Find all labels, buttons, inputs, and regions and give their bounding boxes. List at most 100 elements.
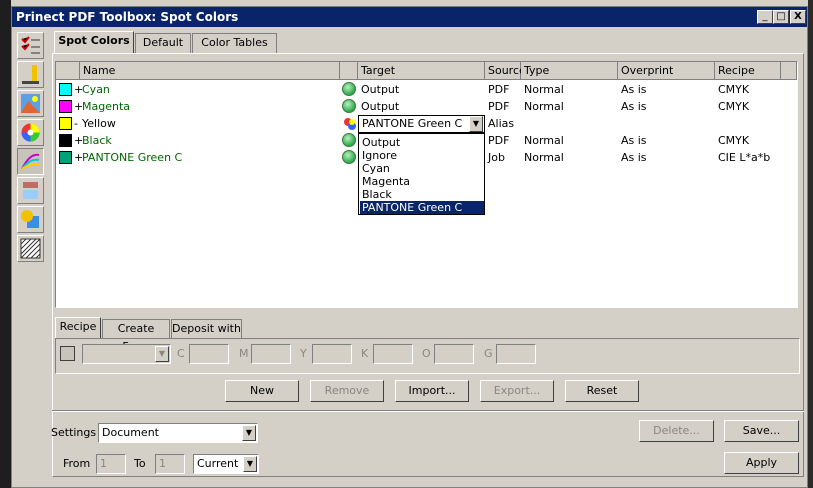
chevron-down-icon[interactable]: ▼ <box>469 116 483 132</box>
column-header-filler <box>781 62 797 80</box>
dropdown-option[interactable]: Magenta <box>360 175 484 188</box>
settings-select-value: Document <box>102 426 159 439</box>
recipe-c-field[interactable] <box>189 344 229 364</box>
recipe-value: CMYK <box>718 83 750 96</box>
dropdown-option[interactable]: Black <box>360 188 484 201</box>
spot-color-name: Yellow <box>82 117 116 130</box>
recipe-y-field[interactable] <box>312 344 352 364</box>
color-swatch <box>59 151 72 164</box>
table-row[interactable]: + Magenta Output PDF Normal As is CMYK <box>56 98 797 115</box>
overprint-value[interactable]: As is <box>621 98 647 115</box>
reset-button[interactable]: Reset <box>565 380 639 402</box>
chevron-down-icon[interactable]: ▼ <box>243 456 257 472</box>
target-globe-icon <box>342 150 356 164</box>
table-row[interactable]: + Cyan Output PDF Normal As is CMYK <box>56 81 797 98</box>
column-header-target[interactable]: Target <box>358 62 485 80</box>
dropdown-option[interactable]: Ignore <box>360 149 484 162</box>
column-header-overprint[interactable]: Overprint <box>618 62 715 80</box>
type-value[interactable]: Normal <box>524 132 564 149</box>
tool-strip <box>13 29 47 487</box>
ink-icon[interactable] <box>17 177 44 204</box>
apply-button[interactable]: Apply <box>724 452 799 474</box>
recipe-colorspace-select[interactable]: ▼ <box>82 344 171 364</box>
recipe-label-k: K <box>361 347 369 360</box>
column-header-recipe[interactable]: Recipe <box>715 62 781 80</box>
image-icon[interactable] <box>17 90 44 117</box>
tab-color-tables[interactable]: Color Tables <box>192 33 277 53</box>
target-globe-icon <box>342 82 356 96</box>
recipe-k-field[interactable] <box>373 344 413 364</box>
recipe-label-o: O <box>422 347 431 360</box>
tab-default[interactable]: Default <box>135 33 191 53</box>
type-value[interactable]: Normal <box>524 98 564 115</box>
recipe-label-g: G <box>484 347 493 360</box>
settings-label: Settings <box>51 426 97 439</box>
overprint-value[interactable]: As is <box>621 132 647 149</box>
page-range-value: Current <box>197 457 239 470</box>
type-value[interactable]: Normal <box>524 149 564 166</box>
color-bars-icon[interactable] <box>17 61 44 88</box>
background-app-strip <box>0 0 11 488</box>
to-field[interactable]: 1 <box>155 454 185 474</box>
tab-spot-colors[interactable]: Spot Colors <box>54 31 134 53</box>
export-button[interactable]: Export... <box>480 380 554 402</box>
source-value: PDF <box>488 134 510 147</box>
column-header-name[interactable]: Name <box>80 62 340 80</box>
target-value[interactable]: Output <box>361 81 399 98</box>
color-swatch <box>59 83 72 96</box>
source-value: PDF <box>488 83 510 96</box>
page-range-select[interactable]: Current ▼ <box>193 454 259 474</box>
from-field[interactable]: 1 <box>96 454 126 474</box>
shapes-icon[interactable] <box>17 206 44 233</box>
column-header-type[interactable]: Type <box>521 62 618 80</box>
tab-deposit-with[interactable]: Deposit with <box>171 319 242 339</box>
overprint-value[interactable]: As is <box>621 149 647 166</box>
recipe-color-preview <box>60 346 75 361</box>
column-header-source[interactable]: Source <box>485 62 526 80</box>
recipe-o-field[interactable] <box>434 344 474 364</box>
source-value: Job <box>488 151 505 164</box>
target-dropdown-list[interactable]: Output Ignore Cyan Magenta Black PANTONE… <box>358 133 485 215</box>
color-wheel-icon[interactable] <box>17 119 44 146</box>
expand-toggle[interactable]: - <box>74 115 78 132</box>
target-globe-icon <box>342 99 356 113</box>
recipe-m-field[interactable] <box>251 344 291 364</box>
close-button[interactable]: X <box>790 10 806 24</box>
title-bar[interactable]: Prinect PDF Toolbox: Spot Colors <box>12 7 807 27</box>
delete-button[interactable]: Delete... <box>639 420 714 442</box>
maximize-button[interactable]: □ <box>773 10 789 24</box>
checklist-icon[interactable] <box>17 32 44 59</box>
save-button[interactable]: Save... <box>724 420 799 442</box>
recipe-value: CMYK <box>718 134 750 147</box>
dropdown-option[interactable]: Cyan <box>360 162 484 175</box>
tab-recipe[interactable]: Recipe <box>55 317 101 339</box>
divider <box>52 410 804 412</box>
overprint-value[interactable]: As is <box>621 81 647 98</box>
spot-color-table[interactable]: Name Target Source Type Overprint Recipe… <box>55 61 798 308</box>
pattern-icon[interactable] <box>17 235 44 262</box>
spot-color-name: Cyan <box>82 83 110 96</box>
chevron-down-icon[interactable]: ▼ <box>242 425 256 441</box>
spot-color-name: Black <box>82 134 112 147</box>
color-swatch <box>59 134 72 147</box>
spot-color-name: PANTONE Green C <box>82 151 183 164</box>
dropdown-option[interactable]: Output <box>360 136 484 149</box>
dropdown-option-selected[interactable]: PANTONE Green C <box>360 201 484 214</box>
remove-button[interactable]: Remove <box>310 380 384 402</box>
new-button[interactable]: New <box>225 380 299 402</box>
settings-select[interactable]: Document ▼ <box>98 423 258 443</box>
recipe-label-y: Y <box>300 347 307 360</box>
chevron-down-icon[interactable]: ▼ <box>155 346 169 362</box>
target-value[interactable]: Output <box>361 98 399 115</box>
tab-create-from[interactable]: Create From <box>102 319 170 353</box>
color-swatch <box>59 117 72 130</box>
type-value[interactable]: Normal <box>524 81 564 98</box>
source-value: PDF <box>488 100 510 113</box>
recipe-label-c: C <box>177 347 185 360</box>
minimize-button[interactable]: _ <box>757 10 773 24</box>
recipe-value: CIE L*a*b <box>718 151 771 164</box>
spot-color-icon[interactable] <box>17 148 44 175</box>
recipe-g-field[interactable] <box>496 344 536 364</box>
import-button[interactable]: Import... <box>395 380 469 402</box>
target-select[interactable]: PANTONE Green C ▼ <box>358 115 485 133</box>
